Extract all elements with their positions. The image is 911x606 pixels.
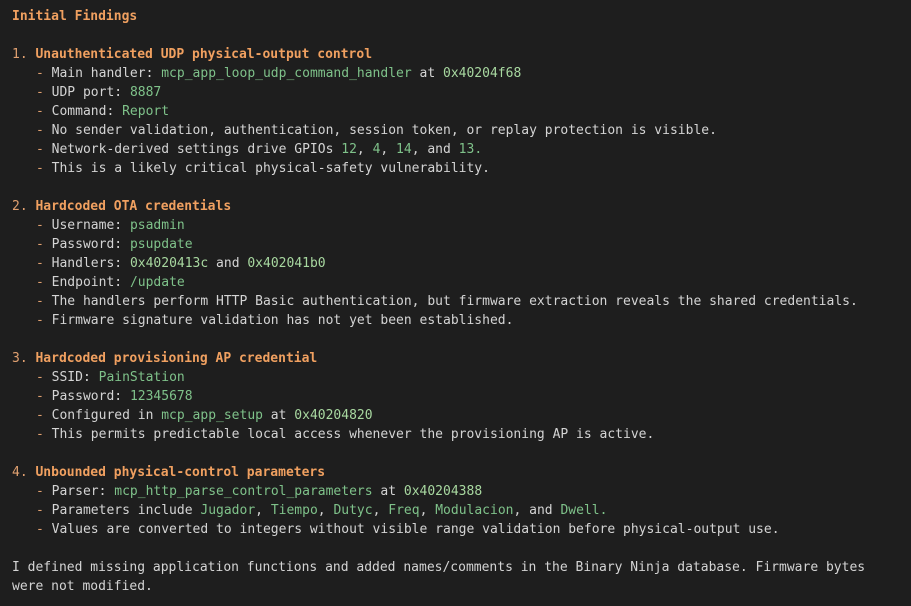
finding-4-validation: - Values are converted to integers witho…	[36, 522, 780, 537]
finding-4-parser: - Parser: mcp_http_parse_control_paramet…	[36, 484, 483, 499]
finding-3-impact: - This permits predictable local access …	[36, 427, 655, 442]
finding-1-severity: - This is a likely critical physical-saf…	[36, 161, 490, 176]
finding-2-handlers: - Handlers: 0x4020413c and 0x402041b0	[36, 256, 326, 271]
finding-2-endpoint: - Endpoint: /update	[36, 275, 185, 290]
finding-2-title: 2. Hardcoded OTA credentials	[12, 199, 232, 214]
finding-4-title: 4. Unbounded physical-control parameters	[12, 465, 326, 480]
finding-2-username: - Username: psadmin	[36, 218, 185, 233]
finding-3-configured: - Configured in mcp_app_setup at 0x40204…	[36, 408, 373, 423]
finding-2-signature: - Firmware signature validation has not …	[36, 313, 514, 328]
finding-3-password: - Password: 12345678	[36, 389, 193, 404]
finding-1-port: - UDP port: 8887	[36, 85, 162, 100]
finding-1-handler: - Main handler: mcp_app_loop_udp_command…	[36, 66, 522, 81]
finding-4-parameters: - Parameters include Jugador, Tiempo, Du…	[36, 503, 608, 518]
finding-3-title: 3. Hardcoded provisioning AP credential	[12, 351, 318, 366]
finding-2-password: - Password: psupdate	[36, 237, 193, 252]
finding-3-ssid: - SSID: PainStation	[36, 370, 185, 385]
section-heading: Initial Findings	[12, 9, 138, 24]
footer-note: I defined missing application functions …	[12, 560, 866, 594]
finding-1-validation: - No sender validation, authentication, …	[36, 123, 717, 138]
finding-2-auth: - The handlers perform HTTP Basic authen…	[36, 294, 858, 309]
terminal-output: Initial Findings 1. Unauthenticated UDP …	[0, 0, 911, 606]
finding-1-title: 1. Unauthenticated UDP physical-output c…	[12, 47, 373, 62]
finding-1-gpios: - Network-derived settings drive GPIOs 1…	[36, 142, 483, 157]
finding-1-command: - Command: Report	[36, 104, 170, 119]
